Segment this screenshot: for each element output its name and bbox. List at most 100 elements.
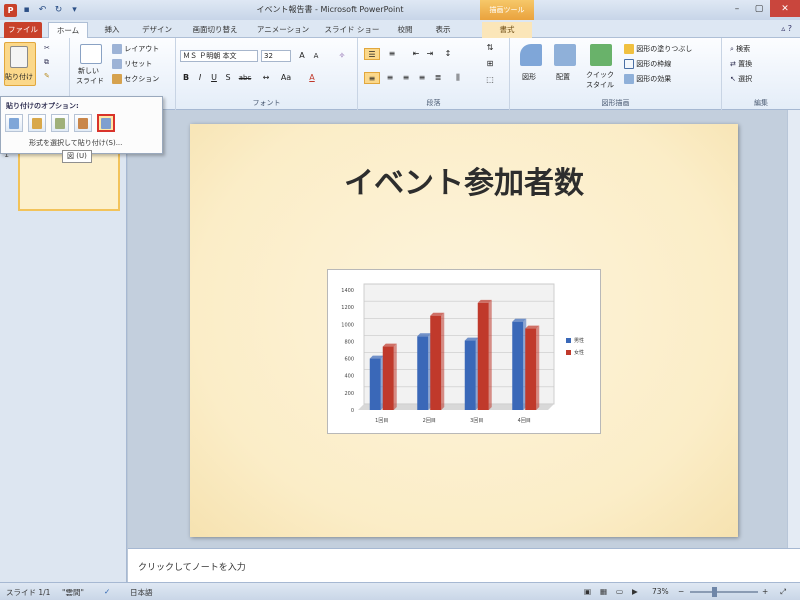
paste-keep-formatting-button[interactable] <box>28 114 46 132</box>
tab-transitions[interactable]: 画面切り替え <box>184 22 246 38</box>
notes-pane[interactable]: クリックしてノートを入力 <box>128 548 800 582</box>
minimize-icon[interactable]: – <box>726 0 748 17</box>
zoom-out-icon[interactable]: − <box>678 587 684 596</box>
drawing-tools-header: 描画ツール <box>480 0 534 20</box>
columns-icon[interactable]: ⫼ <box>452 72 464 84</box>
align-left-icon[interactable]: ≡ <box>364 72 380 84</box>
change-case-icon[interactable]: Aa <box>276 72 296 84</box>
tab-review[interactable]: 校閲 <box>388 22 422 38</box>
paste-tooltip: 図 (U) <box>62 150 92 163</box>
tab-file[interactable]: ファイル <box>4 22 42 38</box>
quick-styles-icon[interactable] <box>590 44 612 66</box>
tab-insert[interactable]: 挿入 <box>94 22 130 38</box>
tab-home[interactable]: ホーム <box>48 22 88 38</box>
tab-design[interactable]: デザイン <box>134 22 180 38</box>
legend-label: 男性 <box>574 337 584 344</box>
slide-title[interactable]: イベント参加者数 <box>190 158 738 202</box>
qat-customize-icon[interactable]: ▾ <box>68 4 81 17</box>
spellcheck-icon[interactable]: ✓ <box>104 587 110 596</box>
align-right-icon[interactable]: ≡ <box>400 72 412 84</box>
find-button[interactable]: ⌕ 検索 <box>730 44 750 54</box>
smartart-icon[interactable]: ⬚ <box>484 74 496 86</box>
new-slide-label: 新しい <box>78 67 99 75</box>
shadow-button[interactable]: S <box>222 72 234 84</box>
bullets-icon[interactable]: ☰ <box>364 48 380 60</box>
font-size-select[interactable]: 32 <box>261 50 291 62</box>
copy-icon[interactable]: ⧉ <box>44 58 49 67</box>
select-button[interactable]: ↖ 選択 <box>730 74 752 84</box>
ribbon-tabs: ファイル ホーム 挿入 デザイン 画面切り替え アニメーション スライド ショー… <box>0 20 800 38</box>
bold-button[interactable]: B <box>180 72 192 84</box>
section-button[interactable]: セクション <box>112 74 159 84</box>
powerpoint-icon[interactable]: P <box>4 3 17 17</box>
close-icon[interactable]: ✕ <box>770 0 800 17</box>
zoom-in-icon[interactable]: + <box>762 587 768 596</box>
effects-icon <box>624 74 634 84</box>
undo-icon[interactable]: ↶ <box>36 4 49 17</box>
y-tick-label: 1200 <box>341 305 354 311</box>
redo-icon[interactable]: ↻ <box>52 4 65 17</box>
decrease-indent-icon[interactable]: ⇤ <box>410 48 422 60</box>
increase-indent-icon[interactable]: ⇥ <box>424 48 436 60</box>
shape-outline-button[interactable]: 図形の枠線 <box>624 59 671 69</box>
editing-group-label: 編集 <box>754 99 768 107</box>
select-label: 選択 <box>738 75 753 83</box>
char-spacing-icon[interactable]: ↔ <box>260 72 272 84</box>
normal-view-icon[interactable]: ▣ <box>584 587 591 596</box>
save-icon[interactable]: ▪ <box>20 4 33 17</box>
align-text-icon[interactable]: ⊞ <box>484 58 496 70</box>
replace-button[interactable]: ⇄ 置換 <box>730 59 752 69</box>
paste-use-destination-theme-button[interactable] <box>5 114 23 132</box>
slideshow-icon[interactable]: ▶ <box>632 587 638 596</box>
text-direction-icon[interactable]: ⇅ <box>484 42 496 54</box>
bar-男性 <box>512 321 524 410</box>
align-center-icon[interactable]: ≡ <box>384 72 396 84</box>
chart-picture[interactable]: 0 200 400 600 800 1000 1200 1400 1回目 2回目 3回目 4回目 男性女… <box>327 269 601 434</box>
justify-icon[interactable]: ≡ <box>416 72 428 84</box>
reading-view-icon[interactable]: ▭ <box>616 587 623 596</box>
shape-effects-button[interactable]: 図形の効果 <box>624 74 671 84</box>
new-slide-icon[interactable] <box>80 44 102 64</box>
maximize-icon[interactable]: ▢ <box>748 0 770 17</box>
zoom-level[interactable]: 73% <box>652 587 669 596</box>
grow-font-icon[interactable]: A <box>296 50 308 62</box>
line-spacing-icon[interactable]: ↕ <box>442 48 454 60</box>
editing-group: ⌕ 検索 ⇄ 置換 ↖ 選択 編集 <box>722 38 800 110</box>
language[interactable]: 日本語 <box>130 587 153 598</box>
shape-fill-button[interactable]: 図形の塗りつぶし <box>624 44 692 54</box>
fit-to-window-icon[interactable]: ⤢ <box>780 587 786 597</box>
underline-button[interactable]: U <box>208 72 220 84</box>
format-painter-icon[interactable]: ✎ <box>44 72 50 80</box>
zoom-slider[interactable] <box>690 591 758 593</box>
tab-slideshow[interactable]: スライド ショー <box>320 22 384 38</box>
shrink-font-icon[interactable]: A <box>310 50 322 62</box>
arrange-label: 配置 <box>556 73 570 81</box>
clear-format-icon[interactable]: ✧ <box>336 50 348 62</box>
font-name-select[interactable]: ＭＳ Ｐ明朝 本文 <box>180 50 258 62</box>
strikethrough-button[interactable]: abc <box>236 72 254 84</box>
paste-picture-button[interactable] <box>97 114 115 132</box>
cut-icon[interactable]: ✂ <box>44 44 50 52</box>
bar-女性 <box>430 315 442 410</box>
paste-embed-button[interactable] <box>51 114 69 132</box>
tab-format[interactable]: 書式 <box>482 22 532 38</box>
y-tick-label: 200 <box>344 391 354 397</box>
shapes-icon[interactable] <box>520 44 542 66</box>
slide-sorter-icon[interactable]: ▦ <box>600 587 607 596</box>
reset-button[interactable]: リセット <box>112 59 152 69</box>
arrange-icon[interactable] <box>554 44 576 66</box>
quick-styles-label: クイック <box>586 71 614 79</box>
slide-canvas[interactable]: イベント参加者数 0 200 400 600 800 1000 1200 1400 1回目 2回目… <box>190 124 738 537</box>
tab-view[interactable]: 表示 <box>426 22 460 38</box>
distributed-icon[interactable]: ≣ <box>432 72 444 84</box>
tab-animations[interactable]: アニメーション <box>250 22 316 38</box>
italic-button[interactable]: I <box>194 72 206 84</box>
zoom-slider-knob[interactable] <box>712 587 717 597</box>
vertical-scrollbar[interactable] <box>787 110 800 548</box>
paste-link-button[interactable] <box>74 114 92 132</box>
paste-special-link[interactable]: 形式を選択して貼り付け(S)... <box>29 138 122 148</box>
layout-button[interactable]: レイアウト <box>112 44 159 54</box>
font-color-icon[interactable]: A <box>306 72 318 84</box>
numbering-icon[interactable]: ≡ <box>386 48 398 60</box>
help-icon[interactable]: ▵ ? <box>781 24 792 33</box>
